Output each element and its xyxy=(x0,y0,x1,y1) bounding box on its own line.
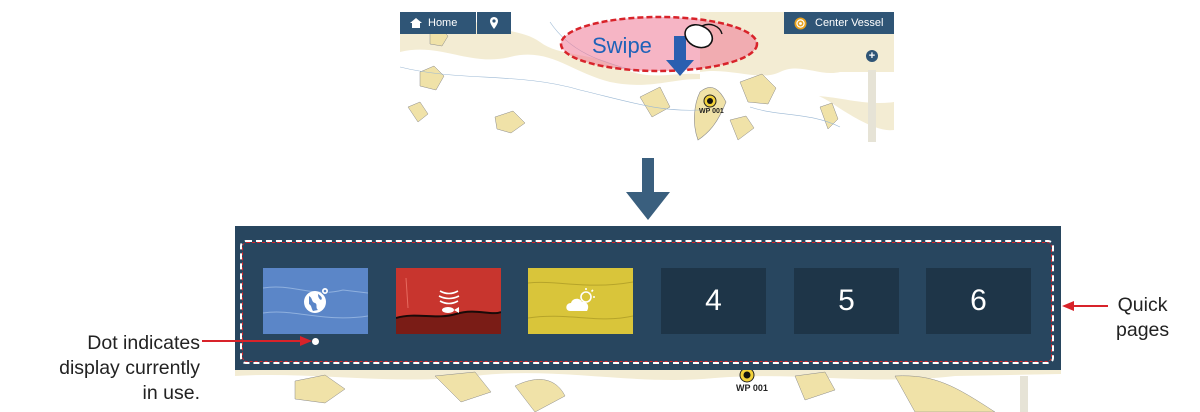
quick-pages-callout-line-2: pages xyxy=(1116,319,1170,341)
waypoint-label-bottom: WP 001 xyxy=(736,383,768,393)
quick-pages-callout-text: Quick pages xyxy=(1116,293,1169,343)
waypoint-label: WP 001 xyxy=(699,108,724,115)
dot-callout-text: Dot indicates display currently in use. xyxy=(59,331,200,406)
dot-callout-line-3: in use. xyxy=(142,382,200,404)
quick-pages-callout-line-1: Quick xyxy=(1117,294,1168,316)
dot-callout-line-1: Dot indicates xyxy=(87,332,200,354)
chart-screen-after: WP 001 4 5 6 xyxy=(235,226,1061,412)
dot-callout-line-2: display currently xyxy=(59,357,200,379)
quick-pages-highlight xyxy=(242,242,1052,362)
quick-pages-panel: 4 5 6 xyxy=(235,226,1061,370)
swipe-label: Swipe xyxy=(592,33,652,58)
transition-arrow xyxy=(626,158,670,220)
